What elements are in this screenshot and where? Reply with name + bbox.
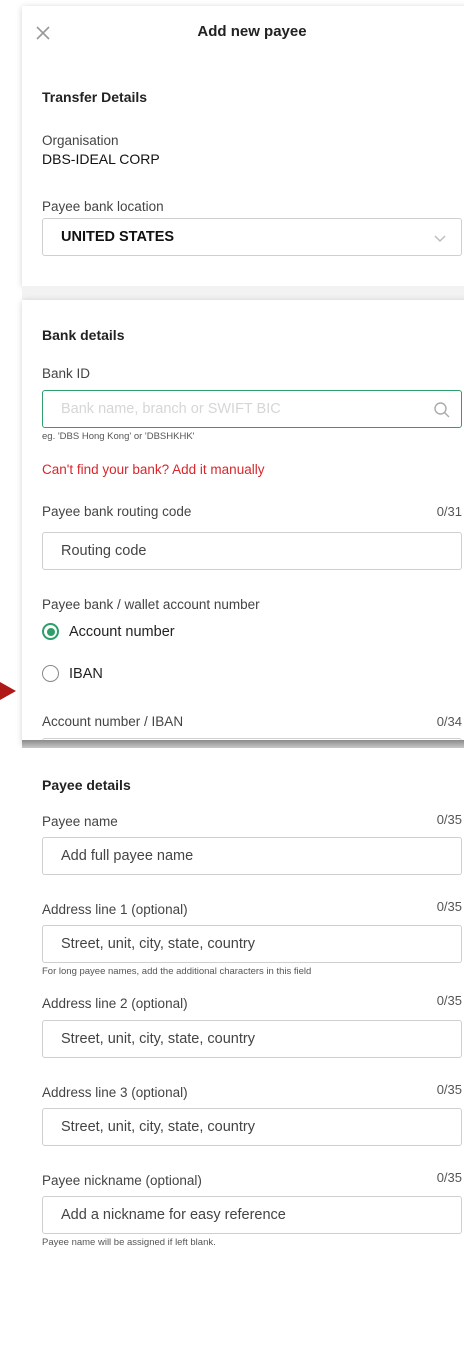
payee-details-heading: Payee details — [42, 777, 131, 793]
section-gap — [22, 286, 464, 300]
account-number-counter: 0/34 — [436, 714, 462, 729]
address-line-1-label: Address line 1 (optional) — [42, 902, 188, 917]
routing-code-input[interactable] — [61, 543, 461, 559]
bank-id-input[interactable] — [61, 401, 461, 417]
address-line-1-counter: 0/35 — [436, 899, 462, 914]
bank-id-label: Bank ID — [42, 366, 91, 381]
add-bank-manually-link[interactable]: Can't find your bank? Add it manually — [42, 462, 264, 477]
radio-account-number-label: Account number — [69, 623, 175, 640]
radio-checked-icon[interactable] — [42, 623, 59, 640]
search-icon[interactable] — [433, 401, 451, 423]
payee-bank-location-label: Payee bank location — [42, 199, 164, 214]
bank-details-heading: Bank details — [42, 327, 125, 343]
transfer-details-heading: Transfer Details — [42, 89, 148, 105]
payee-name-label: Payee name — [42, 814, 118, 829]
payee-nickname-label: Payee nickname (optional) — [42, 1173, 202, 1188]
bank-id-hint: eg. 'DBS Hong Kong' or 'DBSHKHK' — [42, 431, 195, 442]
payee-nickname-input[interactable] — [61, 1207, 461, 1223]
payee-name-input[interactable] — [61, 848, 461, 864]
address-line-2-counter: 0/35 — [436, 993, 462, 1008]
address-line-2-label: Address line 2 (optional) — [42, 996, 188, 1011]
address-line-3-counter: 0/35 — [436, 1082, 462, 1097]
radio-unchecked-icon[interactable] — [42, 665, 59, 682]
payee-nickname-field[interactable] — [42, 1196, 462, 1234]
payee-name-field[interactable] — [42, 837, 462, 875]
payee-bank-location-value: UNITED STATES — [61, 229, 175, 245]
radio-iban[interactable]: IBAN — [42, 665, 103, 682]
routing-code-field[interactable] — [42, 532, 462, 570]
address-line-1-hint: For long payee names, add the additional… — [42, 966, 312, 977]
address-line-1-input[interactable] — [61, 936, 461, 952]
payee-nickname-hint: Payee name will be assigned if left blan… — [42, 1237, 216, 1248]
routing-code-counter: 0/31 — [436, 504, 462, 519]
payee-nickname-counter: 0/35 — [436, 1170, 462, 1185]
organisation-value: DBS-IDEAL CORP — [42, 151, 160, 167]
page-title: Add new payee — [197, 23, 307, 40]
address-line-3-label: Address line 3 (optional) — [42, 1085, 188, 1100]
chevron-down-icon — [433, 232, 447, 248]
account-type-label: Payee bank / wallet account number — [42, 597, 260, 612]
payee-name-counter: 0/35 — [436, 812, 462, 827]
address-line-2-field[interactable] — [42, 1020, 462, 1058]
address-line-3-input[interactable] — [61, 1119, 461, 1135]
arrow-pointer-icon — [0, 682, 16, 700]
organisation-label: Organisation — [42, 133, 119, 148]
radio-iban-label: IBAN — [69, 665, 103, 682]
page: Add new payee Transfer Details Organisat… — [0, 0, 464, 1364]
routing-code-label: Payee bank routing code — [42, 504, 192, 519]
radio-account-number[interactable]: Account number — [42, 623, 175, 640]
account-number-label: Account number / IBAN — [42, 714, 184, 729]
address-line-1-field[interactable] — [42, 925, 462, 963]
payee-bank-location-select[interactable]: UNITED STATES — [42, 218, 462, 256]
payee-details-panel: Payee details Payee name 0/35 Address li… — [22, 748, 464, 1364]
address-line-3-field[interactable] — [42, 1108, 462, 1146]
bank-id-field[interactable] — [42, 390, 462, 428]
section-divider — [22, 740, 464, 748]
address-line-2-input[interactable] — [61, 1031, 461, 1047]
bank-details-panel: Bank details Bank ID eg. 'DBS Hong Kong'… — [22, 300, 464, 790]
transfer-details-panel: Add new payee Transfer Details Organisat… — [22, 6, 464, 286]
